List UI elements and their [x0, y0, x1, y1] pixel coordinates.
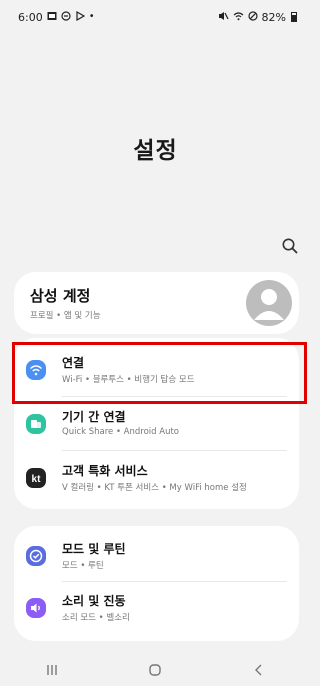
do-not-disturb-icon	[247, 10, 258, 24]
device-connect-icon	[26, 414, 46, 434]
samsung-account-card[interactable]: 삼성 계정 프로필 • 앱 및 기능	[14, 272, 299, 334]
settings-item-title: 소리 및 진동	[62, 594, 126, 608]
settings-item-kt-service[interactable]: kt 고객 특화 서비스 V 컬러링 • KT 투폰 서비스 • My WiFi…	[14, 456, 299, 500]
settings-item-subtitle: 모드 • 루틴	[62, 561, 104, 571]
home-button[interactable]	[125, 656, 185, 684]
settings-item-sound[interactable]: 소리 및 진동 소리 모드 • 벨소리	[14, 586, 299, 630]
wifi-status-icon	[233, 11, 244, 24]
recent-apps-button[interactable]	[22, 656, 82, 684]
battery-percent: 82%	[261, 10, 286, 24]
settings-item-modes[interactable]: 모드 및 루틴 모드 • 루틴	[14, 534, 299, 578]
battery-icon	[291, 12, 297, 22]
highlight-box	[12, 342, 307, 404]
play-notification-icon	[75, 10, 85, 24]
search-icon[interactable]	[280, 236, 300, 256]
gallery-notification-icon	[47, 11, 57, 24]
back-button[interactable]	[229, 656, 289, 684]
divider	[62, 581, 287, 582]
circle-notification-icon	[61, 10, 71, 24]
divider	[62, 450, 287, 451]
settings-item-subtitle: V 컬러링 • KT 투폰 서비스 • My WiFi home 설정	[62, 483, 247, 493]
page-title: 설정	[133, 138, 178, 164]
status-time: 6:00	[18, 10, 43, 24]
svg-text:kt: kt	[32, 474, 42, 485]
modes-icon	[26, 546, 46, 566]
settings-item-title: 고객 특화 서비스	[62, 464, 148, 478]
account-subtitle: 프로필 • 앱 및 기능	[30, 311, 101, 321]
modes-card: 모드 및 루틴 모드 • 루틴 소리 및 진동 소리 모드 • 벨소리	[14, 526, 299, 641]
settings-item-subtitle: 소리 모드 • 벨소리	[62, 613, 130, 623]
navigation-bar	[0, 653, 311, 686]
sound-icon	[26, 598, 46, 618]
account-title: 삼성 계정	[30, 287, 91, 305]
dot-icon: •	[88, 11, 95, 22]
settings-item-title: 기기 간 연결	[62, 410, 126, 424]
kt-icon: kt	[26, 468, 46, 488]
mute-icon	[218, 11, 229, 24]
avatar[interactable]	[246, 280, 292, 326]
status-bar: 6:00 • 82%	[0, 0, 311, 34]
settings-item-subtitle: Quick Share • Android Auto	[62, 427, 179, 437]
settings-item-title: 모드 및 루틴	[62, 542, 126, 556]
settings-item-device-connect[interactable]: 기기 간 연결 Quick Share • Android Auto	[14, 402, 299, 446]
